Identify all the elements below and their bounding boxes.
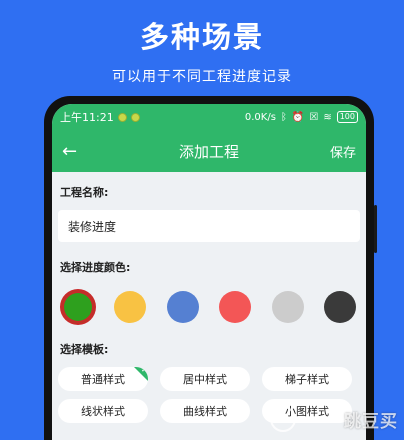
promo-headline: 多种场景 bbox=[139, 20, 264, 54]
color-label: 选择进度颜色: bbox=[60, 261, 131, 274]
template-picker: 普通样式 ✓ 居中样式 梯子样式 线状样式 曲线样式 小图样式 bbox=[58, 367, 360, 423]
color-swatch-green[interactable] bbox=[62, 291, 94, 323]
bluetooth-icon: ᛒ bbox=[280, 111, 287, 123]
template-option-label: 曲线样式 bbox=[183, 405, 227, 418]
color-swatch-gray[interactable] bbox=[271, 291, 304, 323]
color-swatch-yellow[interactable] bbox=[114, 291, 147, 323]
color-swatch-black[interactable] bbox=[323, 291, 356, 323]
template-option[interactable]: 曲线样式 bbox=[160, 399, 250, 423]
status-bar: 上午11:21 0.0K/s ᛒ ⏰ ☒ ≋ 100 bbox=[52, 104, 366, 130]
project-name-label: 工程名称: bbox=[60, 186, 109, 199]
phone-screen: 上午11:21 0.0K/s ᛒ ⏰ ☒ ≋ 100 ← 添加工程 保存 工程名… bbox=[52, 104, 366, 440]
phone-side-button bbox=[374, 205, 377, 253]
promo-subline: 可以用于不同工程进度记录 bbox=[112, 69, 292, 85]
color-picker bbox=[58, 291, 360, 323]
alarm-icon: ⏰ bbox=[291, 111, 305, 123]
network-speed: 0.0K/s bbox=[244, 111, 276, 123]
template-option-label: 梯子样式 bbox=[285, 373, 329, 386]
page-title: 添加工程 bbox=[178, 142, 239, 161]
template-label: 选择模板: bbox=[60, 343, 109, 356]
notification-icon bbox=[117, 112, 127, 122]
wifi-icon: ≋ bbox=[323, 111, 332, 123]
notification-icon bbox=[130, 112, 140, 122]
status-time: 上午11:21 bbox=[60, 111, 114, 124]
color-swatch-blue[interactable] bbox=[166, 291, 199, 323]
form: 工程名称: 装修进度 选择进度颜色: 选择模板: 普通样式 ✓ 居中样式 梯子样… bbox=[52, 184, 366, 423]
template-option-label: 居中样式 bbox=[183, 373, 227, 386]
check-icon: ✓ bbox=[141, 367, 147, 374]
project-name-input[interactable]: 装修进度 bbox=[58, 210, 360, 242]
template-option[interactable]: 居中样式 bbox=[160, 367, 250, 391]
sim-icon: ☒ bbox=[309, 111, 319, 123]
template-option[interactable]: 梯子样式 bbox=[262, 367, 352, 391]
template-option[interactable]: 普通样式 ✓ bbox=[58, 367, 148, 391]
template-option-label: 线状样式 bbox=[81, 405, 125, 418]
save-button[interactable]: 保存 bbox=[326, 142, 356, 161]
template-option[interactable]: 线状样式 bbox=[58, 399, 148, 423]
arrow-left-icon[interactable]: ← bbox=[62, 141, 92, 162]
battery-icon: 100 bbox=[336, 111, 358, 123]
color-swatch-red[interactable] bbox=[219, 291, 252, 323]
app-bar: ← 添加工程 保存 bbox=[52, 130, 366, 172]
watermark-logo-icon bbox=[270, 406, 296, 432]
watermark: 跳豆买 bbox=[344, 412, 398, 432]
template-option-label: 普通样式 bbox=[81, 373, 125, 386]
